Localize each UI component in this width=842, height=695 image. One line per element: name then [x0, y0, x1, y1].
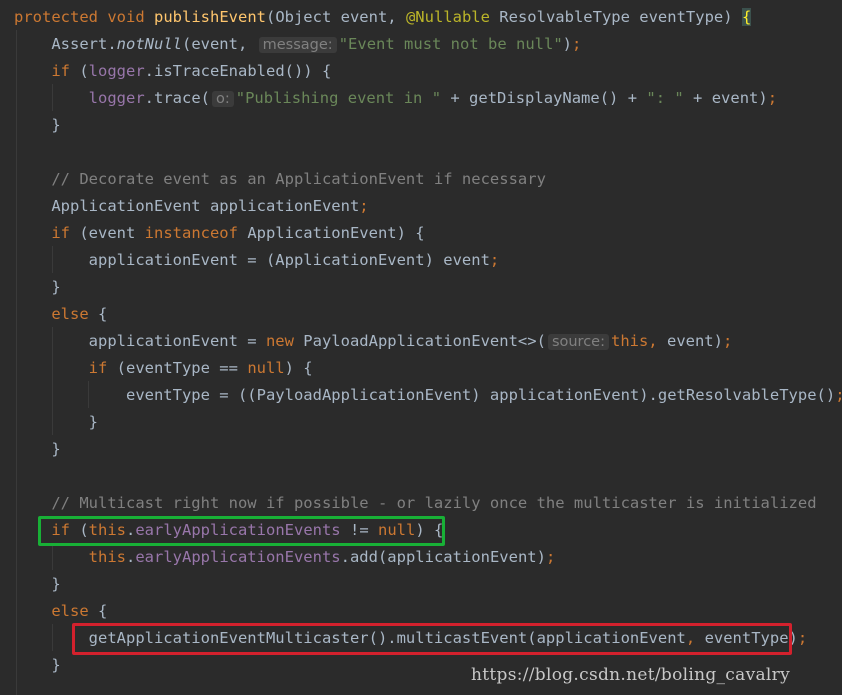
- code-token: null: [247, 359, 285, 377]
- code-token: else: [14, 305, 98, 323]
- code-token: ;: [359, 197, 369, 215]
- code-token: logger: [88, 62, 145, 80]
- code-token: PayloadApplicationEvent<>(: [303, 332, 546, 350]
- parameter-hint: o:: [211, 91, 234, 107]
- code-token: ;: [835, 386, 842, 404]
- code-token: + getDisplayName() +: [441, 89, 647, 107]
- code-token: applicationEvent =: [14, 332, 266, 350]
- code-token: void: [107, 8, 154, 26]
- code-token: ;: [489, 251, 500, 269]
- code-line[interactable]: // Decorate event as an ApplicationEvent…: [14, 166, 546, 193]
- code-token: ": ": [646, 89, 684, 107]
- code-token: }: [14, 440, 61, 458]
- code-line[interactable]: Assert.notNull(event, message: "Event mus…: [14, 31, 581, 58]
- code-token: ;: [722, 332, 733, 350]
- code-token: publishEvent: [154, 8, 266, 26]
- code-token: else: [14, 602, 98, 620]
- code-token: logger: [88, 89, 145, 107]
- code-token: ;: [797, 629, 808, 647]
- code-line[interactable]: applicationEvent = (ApplicationEvent) ev…: [14, 247, 500, 274]
- code-line[interactable]: if (logger.isTraceEnabled()) {: [14, 58, 331, 85]
- code-line[interactable]: }: [14, 274, 61, 301]
- code-token: @Nullable: [405, 8, 500, 26]
- code-token: earlyApplicationEvents: [135, 548, 341, 566]
- code-editor[interactable]: protected void publishEvent(Object event…: [0, 0, 842, 695]
- code-token: (event,: [181, 35, 257, 53]
- code-line[interactable]: applicationEvent = new PayloadApplicatio…: [14, 328, 732, 355]
- code-line[interactable]: protected void publishEvent(Object event…: [14, 4, 752, 31]
- parameter-hint: source:: [547, 334, 609, 350]
- code-token: if: [14, 224, 80, 242]
- code-token: {: [741, 8, 752, 26]
- code-token: ;: [572, 35, 582, 53]
- code-token: ApplicationEvent applicationEvent: [14, 197, 360, 215]
- code-token: {: [98, 305, 108, 323]
- code-line[interactable]: }: [14, 652, 61, 679]
- code-token: (Object event,: [265, 8, 406, 26]
- code-token: .isTraceEnabled()) {: [144, 62, 332, 80]
- red-highlight-box: [72, 623, 792, 655]
- code-token: notNull: [116, 35, 182, 53]
- code-token: applicationEvent = (ApplicationEvent) ev…: [14, 251, 490, 269]
- code-token: {: [98, 602, 108, 620]
- watermark: https://blog.csdn.net/boling_cavalry: [471, 665, 790, 685]
- code-line[interactable]: }: [14, 112, 61, 139]
- code-token: (eventType ==: [116, 359, 248, 377]
- green-highlight-box: [38, 516, 445, 546]
- code-token: ResolvableType eventType): [499, 8, 742, 26]
- code-line[interactable]: if (event instanceof ApplicationEvent) {: [14, 220, 425, 247]
- code-line[interactable]: if (eventType == null) {: [14, 355, 313, 382]
- code-token: // Decorate event as an ApplicationEvent…: [14, 170, 546, 188]
- code-line[interactable]: // Multicast right now if possible - or …: [14, 490, 817, 517]
- code-token: }: [14, 116, 61, 134]
- code-line[interactable]: eventType = ((PayloadApplicationEvent) a…: [14, 382, 842, 409]
- code-line[interactable]: this.earlyApplicationEvents.add(applicat…: [14, 544, 556, 571]
- code-token: if: [14, 62, 80, 80]
- code-token: .: [125, 548, 136, 566]
- code-token: "Event must not be null": [338, 35, 563, 53]
- code-line[interactable]: }: [14, 571, 61, 598]
- code-token: (event: [79, 224, 145, 242]
- code-token: .add(applicationEvent): [340, 548, 546, 566]
- code-line[interactable]: else {: [14, 301, 107, 328]
- code-token: eventType = ((PayloadApplicationEvent) a…: [14, 386, 836, 404]
- code-line[interactable]: logger.trace(o: "Publishing event in " + …: [14, 85, 777, 112]
- parameter-hint: message:: [258, 37, 337, 53]
- code-token: ApplicationEvent) {: [247, 224, 425, 242]
- code-token: + event): [683, 89, 768, 107]
- code-token: ): [562, 35, 573, 53]
- code-token: instanceof: [144, 224, 248, 242]
- code-token: }: [14, 575, 61, 593]
- code-line[interactable]: }: [14, 409, 98, 436]
- code-token: this: [14, 548, 126, 566]
- code-token: }: [14, 278, 61, 296]
- code-token: // Multicast right now if possible - or …: [14, 494, 817, 512]
- code-token: (: [79, 62, 89, 80]
- code-line[interactable]: }: [14, 436, 61, 463]
- code-token: }: [14, 656, 61, 674]
- code-token: "Publishing event in ": [235, 89, 442, 107]
- code-line[interactable]: else {: [14, 598, 107, 625]
- code-token: if: [14, 359, 117, 377]
- code-token: protected: [14, 8, 108, 26]
- code-token: .trace(: [144, 89, 210, 107]
- code-token: this,: [610, 332, 667, 350]
- code-token: ;: [545, 548, 556, 566]
- code-token: Assert.: [14, 35, 117, 53]
- code-token: event): [666, 332, 723, 350]
- code-token: new: [265, 332, 304, 350]
- code-token: ;: [767, 89, 778, 107]
- code-line[interactable]: ApplicationEvent applicationEvent;: [14, 193, 369, 220]
- code-token: }: [14, 413, 98, 431]
- code-token: ) {: [284, 359, 313, 377]
